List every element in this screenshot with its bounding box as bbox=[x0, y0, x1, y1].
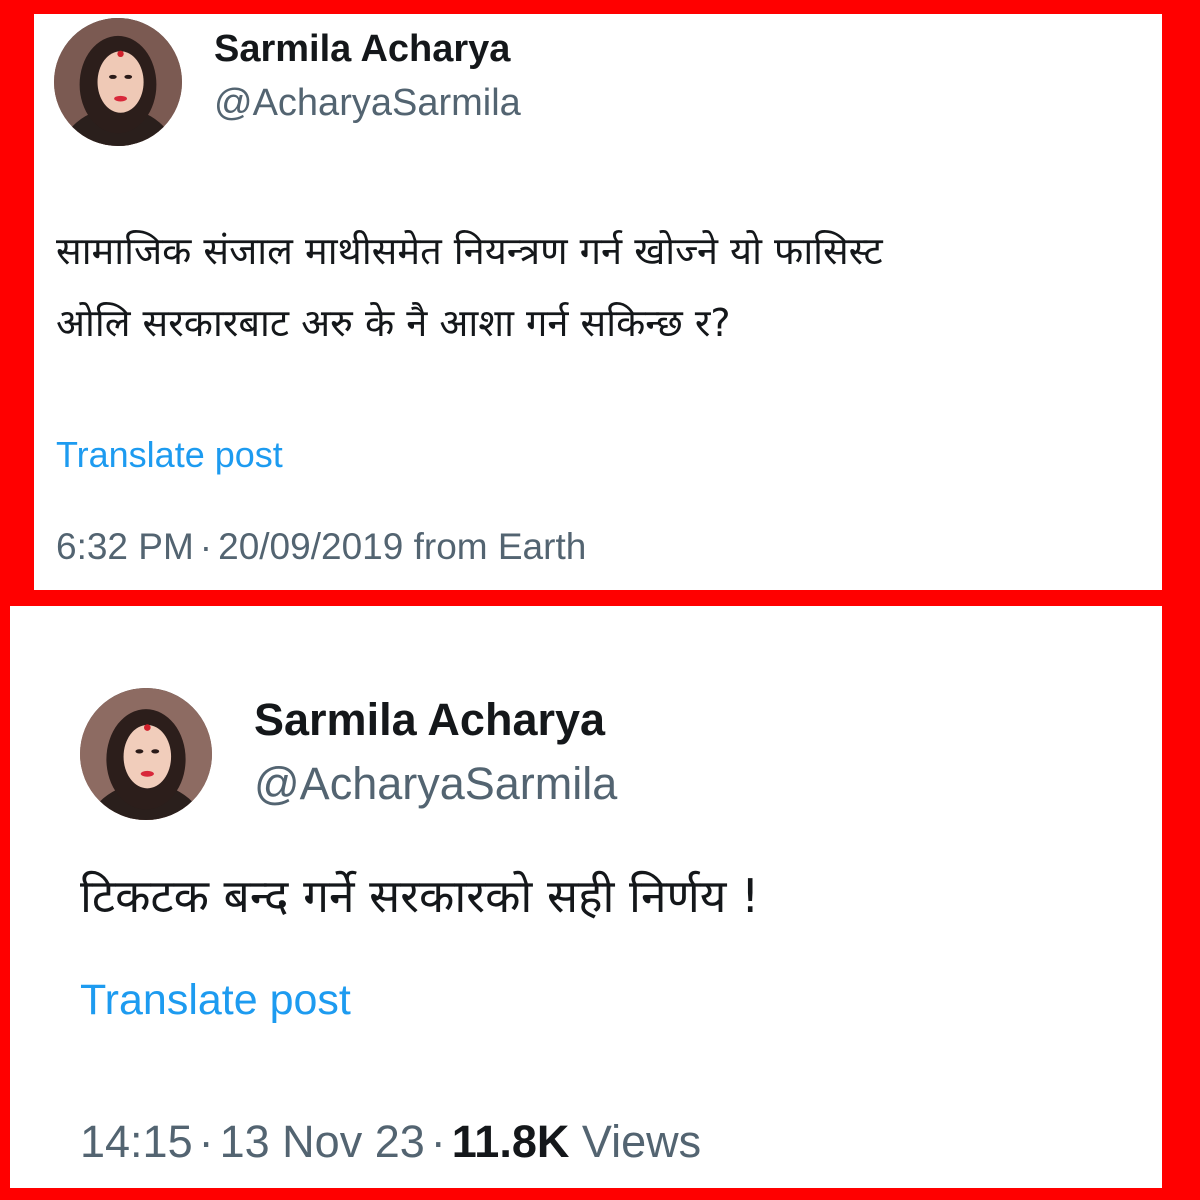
views-label: Views bbox=[581, 1116, 702, 1167]
profile-photo-icon bbox=[80, 688, 212, 820]
post-text-line: टिकटक बन्द गर्ने सरकारको सही निर्णय ! bbox=[80, 869, 760, 923]
post-metadata: 14:15 · 13 Nov 23 · 11.8K Views bbox=[80, 1116, 701, 1168]
avatar[interactable] bbox=[54, 18, 182, 146]
profile-photo-icon bbox=[54, 18, 182, 146]
author-name[interactable]: Sarmila Acharya bbox=[254, 694, 605, 746]
translate-post-link[interactable]: Translate post bbox=[56, 434, 283, 476]
views-count[interactable]: 11.8K bbox=[452, 1116, 570, 1167]
post-text-line: ओलि सरकारबाट अरु के नै आशा गर्न सकिन्छ र… bbox=[56, 301, 731, 345]
post-source: from Earth bbox=[413, 526, 587, 567]
post-date[interactable]: 20/09/2019 bbox=[218, 526, 403, 567]
author-handle[interactable]: @AcharyaSarmila bbox=[254, 758, 617, 810]
author-name[interactable]: Sarmila Acharya bbox=[214, 28, 510, 71]
post-card-2: Sarmila Acharya @AcharyaSarmila टिकटक बन… bbox=[10, 606, 1162, 1188]
post-card-1: Sarmila Acharya @AcharyaSarmila सामाजिक … bbox=[34, 14, 1162, 590]
avatar[interactable] bbox=[80, 688, 212, 820]
translate-post-link[interactable]: Translate post bbox=[80, 976, 351, 1025]
post-metadata: 6:32 PM · 20/09/2019 from Earth bbox=[56, 526, 586, 568]
post-date[interactable]: 13 Nov 23 bbox=[220, 1116, 425, 1167]
post-text-line: सामाजिक संजाल माथीसमेत नियन्त्रण गर्न खो… bbox=[56, 229, 883, 273]
separator: · bbox=[430, 1116, 446, 1167]
author-handle[interactable]: @AcharyaSarmila bbox=[214, 82, 521, 125]
separator: · bbox=[199, 526, 213, 567]
post-time[interactable]: 6:32 PM bbox=[56, 526, 194, 567]
separator: · bbox=[198, 1116, 214, 1167]
post-time[interactable]: 14:15 bbox=[80, 1116, 193, 1167]
